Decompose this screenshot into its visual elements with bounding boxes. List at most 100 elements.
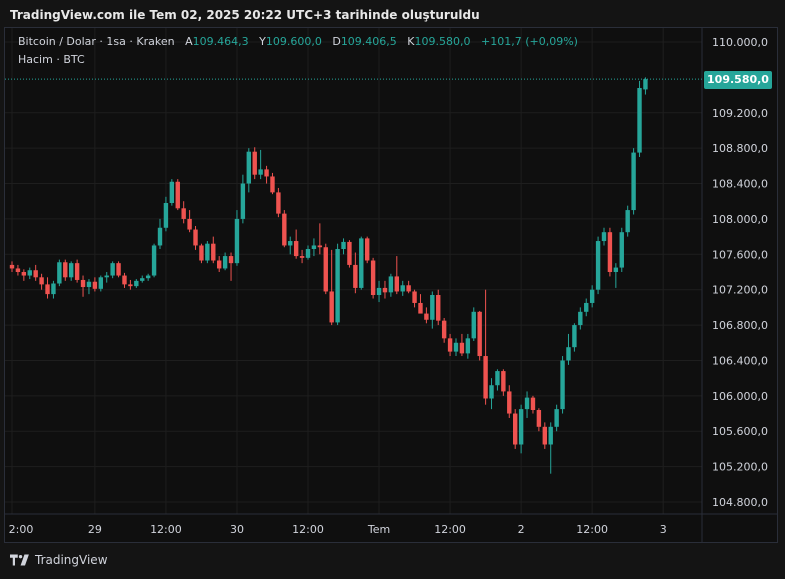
candle-up bbox=[376, 287, 382, 295]
legend-open-label: A bbox=[185, 35, 193, 48]
legend-low: 109.406,5 bbox=[340, 35, 397, 48]
candle-down bbox=[63, 262, 68, 278]
x-tick-label: Tem bbox=[367, 523, 390, 536]
candle-down bbox=[513, 413, 518, 445]
candle-down bbox=[293, 241, 299, 257]
legend-open: 109.464,3 bbox=[192, 35, 249, 48]
candle-down bbox=[418, 302, 423, 314]
candle-up bbox=[643, 79, 648, 90]
x-tick-label: 12:00 bbox=[434, 523, 466, 536]
candle-down bbox=[92, 281, 98, 289]
candle-down bbox=[187, 218, 192, 230]
candle-down bbox=[252, 151, 257, 175]
x-tick-label: 12:00 bbox=[150, 523, 182, 536]
candle-up bbox=[518, 409, 524, 445]
candle-up bbox=[548, 426, 553, 445]
y-tick-label: 108.000,0 bbox=[712, 213, 768, 226]
candle-up bbox=[631, 152, 636, 211]
candle-down bbox=[80, 279, 86, 288]
footer-brand-label: TradingView bbox=[35, 553, 108, 567]
candle-down bbox=[329, 291, 334, 323]
candle-up bbox=[489, 385, 494, 399]
candle-up bbox=[57, 262, 62, 284]
y-tick-label: 106.800,0 bbox=[712, 319, 768, 332]
candle-up bbox=[637, 88, 642, 153]
candle-down bbox=[21, 272, 27, 276]
candle-up bbox=[51, 283, 56, 295]
candle-up bbox=[572, 325, 577, 348]
candle-up bbox=[595, 241, 601, 290]
candle-down bbox=[282, 213, 287, 246]
candle-up bbox=[169, 181, 175, 203]
y-tick-label: 107.200,0 bbox=[712, 284, 768, 297]
candle-down bbox=[501, 371, 506, 392]
candle-up bbox=[311, 245, 317, 249]
candle-down bbox=[436, 295, 441, 321]
y-tick-label: 110.000,0 bbox=[712, 36, 768, 49]
legend-volume[interactable]: Hacim · BTC bbox=[18, 53, 85, 66]
candle-up bbox=[240, 183, 246, 219]
candle-up bbox=[625, 210, 630, 233]
candle-down bbox=[370, 260, 376, 295]
candle-down bbox=[199, 245, 204, 261]
last-price-label: 109.580,0 bbox=[704, 71, 772, 89]
tradingview-logo-icon bbox=[10, 554, 29, 566]
candle-down bbox=[116, 263, 121, 276]
candle-up bbox=[86, 281, 92, 288]
candle-up bbox=[163, 203, 169, 228]
legend-change: +101,7 (+0,09%) bbox=[481, 35, 578, 48]
candle-up bbox=[145, 275, 151, 279]
candle-down bbox=[270, 176, 275, 193]
candle-up bbox=[222, 256, 228, 269]
candle-down bbox=[193, 229, 198, 246]
candle-up bbox=[234, 218, 240, 264]
candle-up bbox=[104, 275, 109, 278]
candle-up bbox=[584, 302, 589, 312]
candle-up bbox=[601, 232, 607, 242]
candle-down bbox=[382, 287, 388, 293]
legend-high: 109.600,0 bbox=[265, 35, 322, 48]
candle-down bbox=[347, 241, 352, 265]
candle-up bbox=[151, 245, 157, 276]
candle-down bbox=[412, 291, 417, 303]
candle-down bbox=[477, 311, 482, 357]
candle-up bbox=[27, 270, 32, 276]
candle-up bbox=[465, 338, 471, 354]
chart-legend: Bitcoin / Dolar · 1sa · Kraken A109.464,… bbox=[18, 35, 578, 48]
candle-down bbox=[542, 426, 547, 445]
y-tick-label: 105.200,0 bbox=[712, 461, 768, 474]
candle-up bbox=[560, 360, 565, 410]
y-tick-label: 104.800,0 bbox=[712, 496, 768, 509]
candle-up bbox=[69, 263, 74, 278]
candle-down bbox=[447, 338, 453, 352]
candle-up bbox=[554, 409, 559, 427]
candle-down bbox=[459, 342, 465, 354]
x-tick-label: 12:00 bbox=[576, 523, 608, 536]
candle-down bbox=[211, 243, 216, 261]
candle-up bbox=[246, 151, 251, 184]
footer-brand[interactable]: TradingView bbox=[10, 553, 108, 567]
candle-down bbox=[607, 232, 613, 272]
candle-down bbox=[217, 260, 222, 269]
candle-down bbox=[45, 284, 50, 295]
candle-up bbox=[400, 285, 405, 292]
candle-down bbox=[39, 277, 44, 285]
candle-up bbox=[359, 238, 364, 288]
candle-down bbox=[530, 397, 536, 410]
candle-down bbox=[74, 263, 80, 280]
price-chart[interactable]: 110.000,0 109.200,0 108.800,0 108.400,0 108.… bbox=[0, 0, 785, 579]
candle-up bbox=[341, 241, 346, 249]
candle-up bbox=[578, 311, 583, 326]
candle-up bbox=[288, 241, 293, 246]
candle-down bbox=[128, 284, 133, 287]
candle-up bbox=[258, 169, 263, 175]
legend-close-label: K bbox=[407, 35, 415, 48]
x-tick-label: 2 bbox=[518, 523, 525, 536]
candle-up bbox=[566, 347, 571, 361]
y-tick-label: 109.200,0 bbox=[712, 107, 768, 120]
candle-up bbox=[335, 249, 340, 323]
legend-symbol[interactable]: Bitcoin / Dolar · 1sa · Kraken bbox=[18, 35, 175, 48]
candle-up bbox=[140, 278, 145, 281]
candle-down bbox=[175, 181, 180, 209]
candle-down bbox=[9, 264, 15, 269]
